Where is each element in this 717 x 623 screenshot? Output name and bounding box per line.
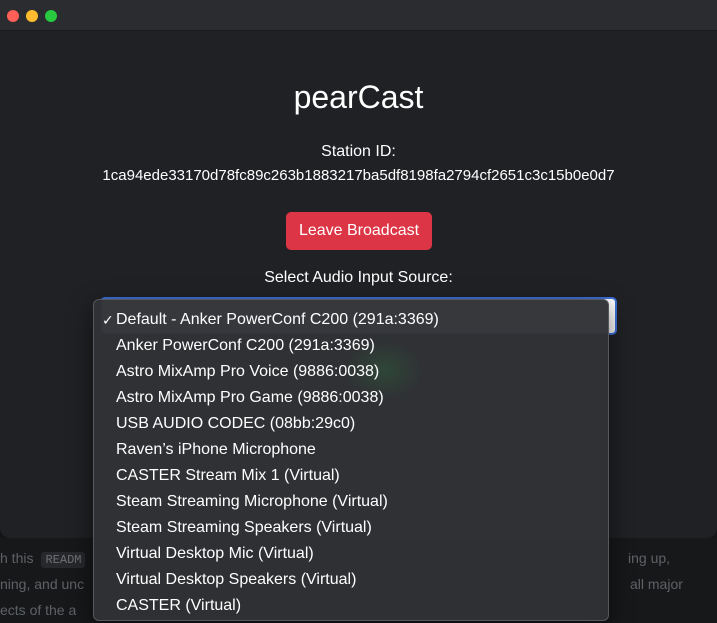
dropdown-option-label: Astro MixAmp Pro Game (9886:0038) <box>116 389 384 406</box>
background-text-line: ing up, <box>628 550 671 566</box>
leave-broadcast-button[interactable]: Leave Broadcast <box>286 212 432 250</box>
dropdown-option[interactable]: CASTER (Virtual) <box>94 593 608 619</box>
dropdown-option[interactable]: Astro MixAmp Pro Voice (9886:0038) <box>94 359 608 385</box>
dropdown-option-label: Raven’s iPhone Microphone <box>116 441 316 458</box>
background-text-line: h this READM <box>0 550 86 568</box>
background-text-line: ning, and unc <box>0 576 85 592</box>
dropdown-option-label: Anker PowerConf C200 (291a:3369) <box>116 337 375 354</box>
maximize-window-button[interactable] <box>45 10 57 22</box>
title-bar[interactable] <box>0 0 717 31</box>
dropdown-option[interactable]: USB AUDIO CODEC (08bb:29c0) <box>94 411 608 437</box>
dropdown-option[interactable]: Astro MixAmp Pro Game (9886:0038) <box>94 385 608 411</box>
background-text-line: ects of the a <box>0 602 77 618</box>
background-text-line: all major <box>630 576 683 592</box>
dropdown-option-label: USB AUDIO CODEC (08bb:29c0) <box>116 415 356 432</box>
dropdown-option-label: Virtual Desktop Mic (Virtual) <box>116 545 314 562</box>
dropdown-option[interactable]: Raven’s iPhone Microphone <box>94 437 608 463</box>
close-window-button[interactable] <box>7 10 19 22</box>
dropdown-option[interactable]: Steam Streaming Microphone (Virtual) <box>94 489 608 515</box>
dropdown-option-label: Steam Streaming Speakers (Virtual) <box>116 519 372 536</box>
dropdown-option[interactable]: Steam Streaming Speakers (Virtual) <box>94 515 608 541</box>
screen: h this READM ing up, ning, and unc all ma… <box>0 0 717 623</box>
dropdown-option[interactable]: ✓ Default - Anker PowerConf C200 (291a:33… <box>94 307 608 333</box>
background-inline-code: READM <box>41 552 86 568</box>
minimize-window-button[interactable] <box>26 10 38 22</box>
dropdown-option-label: Default - Anker PowerConf C200 (291a:336… <box>116 311 439 328</box>
dropdown-option[interactable]: Virtual Desktop Speakers (Virtual) <box>94 567 608 593</box>
station-id-value: 1ca94ede33170d78fc89c263b1883217ba5df819… <box>102 167 615 184</box>
dropdown-option-label: Virtual Desktop Speakers (Virtual) <box>116 571 357 588</box>
dropdown-option-label: CASTER Stream Mix 1 (Virtual) <box>116 467 340 484</box>
dropdown-option[interactable]: CASTER Stream Mix 1 (Virtual) <box>94 463 608 489</box>
station-id-label: Station ID: <box>321 143 396 160</box>
app-title: pearCast <box>293 79 424 115</box>
audio-source-dropdown-menu[interactable]: ✓ Default - Anker PowerConf C200 (291a:33… <box>93 299 609 621</box>
dropdown-option-label: Astro MixAmp Pro Voice (9886:0038) <box>116 363 380 380</box>
dropdown-option[interactable]: Virtual Desktop Mic (Virtual) <box>94 541 608 567</box>
checkmark-icon: ✓ <box>102 312 114 328</box>
dropdown-option-label: Steam Streaming Microphone (Virtual) <box>116 493 388 510</box>
dropdown-option-label: CASTER (Virtual) <box>116 597 242 614</box>
audio-source-label: Select Audio Input Source: <box>264 269 453 286</box>
dropdown-option[interactable]: Anker PowerConf C200 (291a:3369) <box>94 333 608 359</box>
